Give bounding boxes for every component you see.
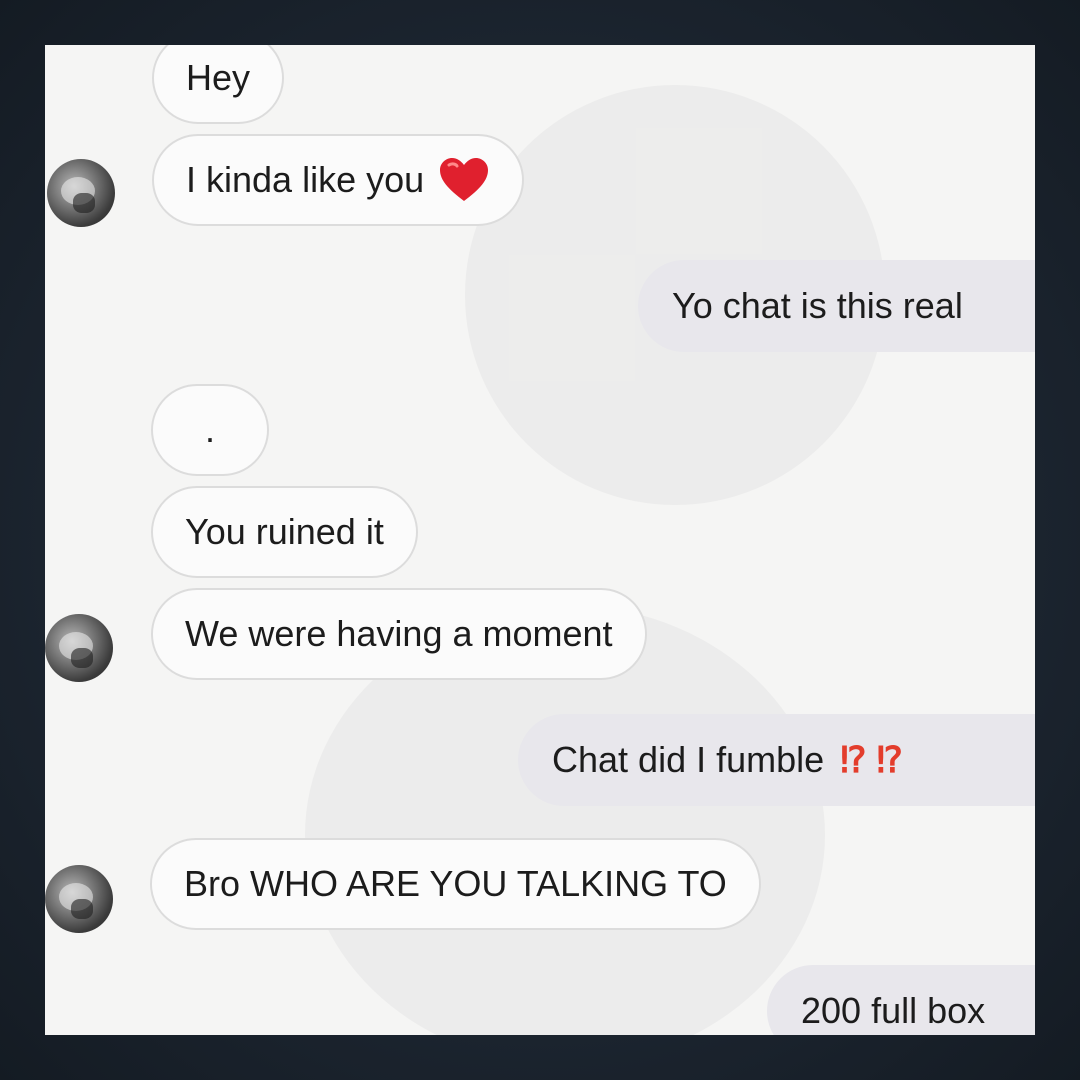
message-text: 200 full box <box>801 990 986 1031</box>
message-bubble-outgoing[interactable]: 200 full box <box>767 965 1035 1035</box>
message-text: I kinda like you <box>186 159 425 200</box>
interrobang-icon: ⁉ <box>840 739 867 780</box>
red-heart-icon <box>438 157 490 203</box>
message-text: . <box>204 409 215 450</box>
interrobang-icon: ⁉ <box>876 739 903 780</box>
message-text: You ruined it <box>185 511 384 552</box>
message-text: Bro WHO ARE YOU TALKING TO <box>184 863 727 904</box>
message-text: Hey <box>186 57 251 98</box>
message-bubble-outgoing[interactable]: Yo chat is this real <box>638 260 1035 352</box>
message-text: Yo chat is this real <box>672 285 963 326</box>
message-bubble-incoming[interactable]: Bro WHO ARE YOU TALKING TO <box>150 838 761 930</box>
message-bubble-incoming[interactable]: Hey <box>152 45 285 124</box>
chat-screenshot: Hey I kinda like you Yo chat is this rea… <box>45 45 1035 1035</box>
avatar[interactable] <box>47 159 115 227</box>
message-bubble-incoming[interactable]: We were having a moment <box>151 588 647 680</box>
avatar[interactable] <box>45 865 113 933</box>
message-bubble-incoming[interactable]: You ruined it <box>151 486 418 578</box>
message-text: Chat did I fumble <box>552 739 825 780</box>
message-bubble-outgoing[interactable]: Chat did I fumble ⁉ ⁉ <box>518 714 1035 806</box>
message-bubble-incoming[interactable]: . <box>151 384 269 476</box>
avatar[interactable] <box>45 614 113 682</box>
message-text: We were having a moment <box>185 613 613 654</box>
message-bubble-incoming[interactable]: I kinda like you <box>152 134 525 226</box>
